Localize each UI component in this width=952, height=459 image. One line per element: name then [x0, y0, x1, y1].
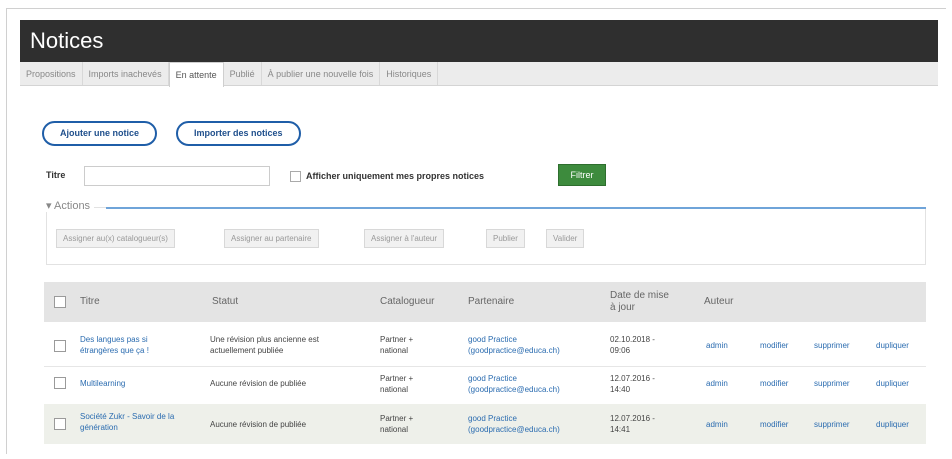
page-title: Notices — [30, 28, 104, 53]
delete-link[interactable]: supprimer — [814, 378, 850, 389]
validate-button[interactable]: Valider — [546, 229, 585, 248]
edit-link[interactable]: modifier — [760, 378, 788, 389]
partner-line: (goodpractice@educa.ch) — [468, 346, 560, 355]
cataloger-line: national — [380, 385, 409, 394]
notice-title-line: Société Zukr - Savoir de la — [80, 412, 175, 421]
date-line: 14:40 — [610, 385, 631, 394]
column-header-title[interactable]: Titre — [80, 296, 100, 308]
date-line: 14:41 — [610, 425, 631, 434]
title-filter-input[interactable] — [84, 166, 270, 186]
cataloger-cell: Partner + national — [380, 413, 413, 435]
status-line: Aucune révision de publiée — [210, 379, 307, 388]
partner-link[interactable]: good Practice (goodpractice@educa.ch) — [468, 334, 560, 356]
date-line: 02.10.2018 - — [610, 335, 655, 344]
date-line: 12.07.2016 - — [610, 414, 655, 423]
date-line: 09:06 — [610, 346, 631, 355]
assign-author-button[interactable]: Assigner à l'auteur — [364, 229, 445, 248]
date-cell: 12.07.2016 - 14:40 — [610, 373, 655, 395]
date-line: 12.07.2016 - — [610, 374, 655, 383]
assign-partner-button[interactable]: Assigner au partenaire — [224, 229, 319, 248]
duplicate-link[interactable]: dupliquer — [876, 340, 909, 351]
tab-republier[interactable]: À publier une nouvelle fois — [262, 62, 381, 85]
partner-line: good Practice — [468, 374, 517, 383]
author-link[interactable]: admin — [706, 340, 728, 351]
status-line: Une révision plus ancienne est — [210, 335, 319, 344]
author-link[interactable]: admin — [706, 378, 728, 389]
table-row: Des langues pas si étrangères que ça ! U… — [44, 326, 926, 366]
column-header-date[interactable]: Date de mise à jour — [610, 290, 670, 314]
tab-historiques[interactable]: Historiques — [380, 62, 439, 85]
cataloger-line: Partner + — [380, 335, 414, 344]
tab-bar: Propositions Imports inachevés En attent… — [20, 62, 938, 87]
cataloger-line: national — [380, 425, 409, 434]
import-notices-button[interactable]: Importer des notices — [176, 121, 301, 146]
cataloger-cell: Partner + national — [380, 334, 413, 356]
filter-button[interactable]: Filtrer — [558, 164, 606, 186]
table-header: Titre Statut Catalogueur Partenaire Date… — [44, 282, 926, 322]
partner-line: (goodpractice@educa.ch) — [468, 385, 560, 394]
tab-en-attente[interactable]: En attente — [168, 62, 224, 87]
duplicate-link[interactable]: dupliquer — [876, 378, 909, 389]
collapse-icon: ▾ — [46, 200, 54, 212]
my-notices-label: Afficher uniquement mes propres notices — [306, 171, 485, 181]
status-line: Aucune révision de publiée — [210, 420, 307, 429]
column-header-cataloger[interactable]: Catalogueur — [380, 296, 434, 308]
row-checkbox[interactable] — [54, 377, 66, 389]
row-checkbox[interactable] — [54, 418, 66, 430]
select-all-checkbox[interactable] — [54, 296, 66, 308]
cataloger-line: Partner + — [380, 414, 414, 423]
delete-link[interactable]: supprimer — [814, 340, 850, 351]
tab-publie[interactable]: Publié — [224, 62, 262, 85]
title-filter-label: Titre — [46, 170, 66, 180]
notice-title-link[interactable]: Société Zukr - Savoir de la génération — [80, 411, 174, 433]
publish-button[interactable]: Publier — [486, 229, 525, 248]
notice-title-line: Multilearning — [80, 379, 126, 388]
add-notice-button[interactable]: Ajouter une notice — [42, 121, 158, 146]
cataloger-line: Partner + — [380, 374, 414, 383]
my-notices-checkbox[interactable] — [290, 171, 301, 182]
partner-link[interactable]: good Practice (goodpractice@educa.ch) — [468, 373, 560, 395]
partner-link[interactable]: good Practice (goodpractice@educa.ch) — [468, 413, 560, 435]
assign-catalogers-button[interactable]: Assigner au(x) catalogueur(s) — [56, 229, 175, 248]
edit-link[interactable]: modifier — [760, 419, 788, 430]
actions-legend-label: Actions — [53, 200, 91, 212]
notice-title-line: Des langues pas si — [80, 335, 148, 344]
notice-title-line: génération — [80, 423, 118, 432]
date-cell: 12.07.2016 - 14:41 — [610, 413, 655, 435]
partner-line: good Practice — [468, 414, 517, 423]
column-header-partner[interactable]: Partenaire — [468, 296, 514, 308]
status-cell: Aucune révision de publiée — [210, 378, 306, 389]
status-line: actuellement publiée — [210, 346, 284, 355]
partner-line: (goodpractice@educa.ch) — [468, 425, 560, 434]
table-row: Société Zukr - Savoir de la génération A… — [44, 404, 926, 444]
notice-title-link[interactable]: Des langues pas si étrangères que ça ! — [80, 334, 149, 356]
page-header: Notices — [20, 20, 938, 62]
tab-imports[interactable]: Imports inachevés — [83, 62, 169, 85]
edit-link[interactable]: modifier — [760, 340, 788, 351]
actions-divider — [106, 207, 926, 209]
status-cell: Aucune révision de publiée — [210, 419, 306, 430]
duplicate-link[interactable]: dupliquer — [876, 419, 909, 430]
author-link[interactable]: admin — [706, 419, 728, 430]
cataloger-cell: Partner + national — [380, 373, 413, 395]
column-header-status[interactable]: Statut — [212, 296, 238, 308]
notice-title-link[interactable]: Multilearning — [80, 378, 125, 389]
tab-propositions[interactable]: Propositions — [20, 62, 83, 85]
delete-link[interactable]: supprimer — [814, 419, 850, 430]
notice-title-line: étrangères que ça ! — [80, 346, 149, 355]
row-checkbox[interactable] — [54, 340, 66, 352]
column-header-author[interactable]: Auteur — [704, 296, 733, 308]
cataloger-line: national — [380, 346, 409, 355]
date-cell: 02.10.2018 - 09:06 — [610, 334, 655, 356]
actions-legend[interactable]: ▾ Actions — [42, 199, 95, 212]
table-row: Multilearning Aucune révision de publiée… — [44, 366, 926, 406]
partner-line: good Practice — [468, 335, 517, 344]
status-cell: Une révision plus ancienne est actuellem… — [210, 334, 319, 356]
